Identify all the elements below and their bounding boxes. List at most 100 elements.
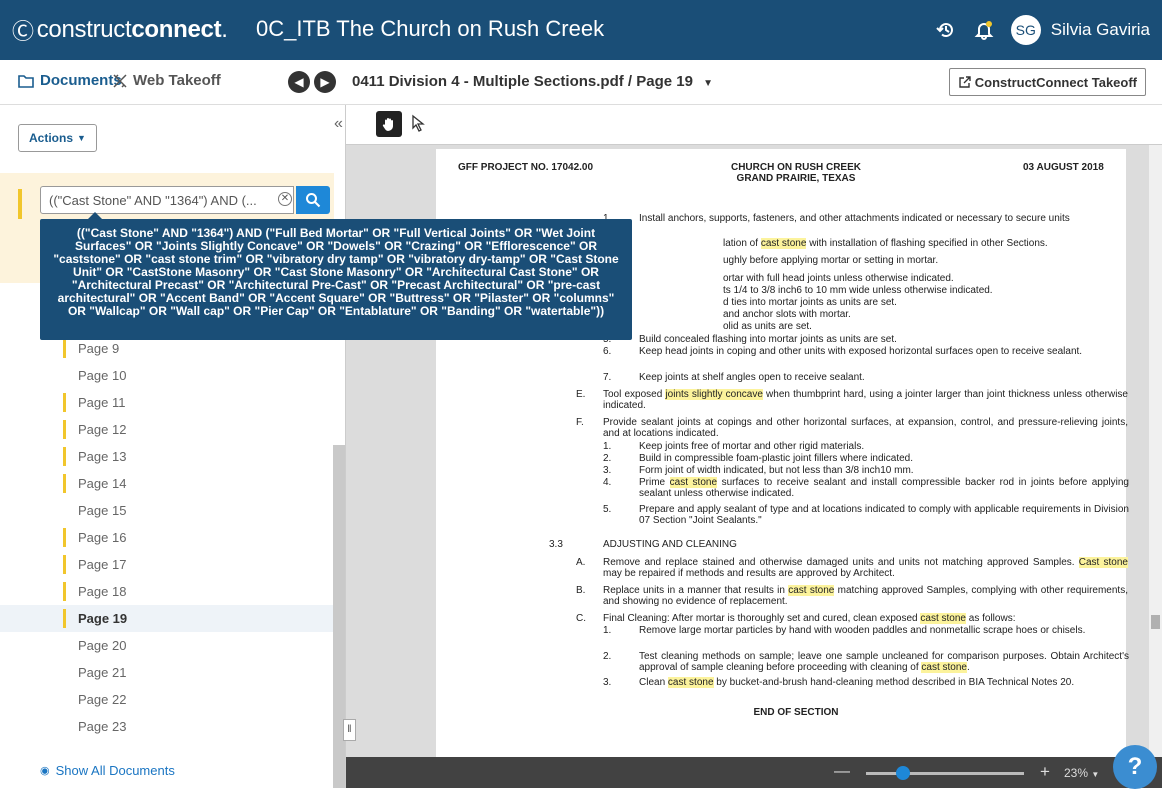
zoom-slider-track[interactable] (866, 772, 1024, 775)
doc-text-line: ortar with full head joints unless other… (723, 273, 954, 284)
page-list-item[interactable]: Page 16 (0, 524, 334, 551)
actions-dropdown[interactable]: Actions ▼ (18, 124, 97, 152)
doc-item-letter: E. (576, 389, 586, 400)
page-list-item[interactable]: Page 17 (0, 551, 334, 578)
cursor-icon (412, 114, 425, 132)
search-hit-marker (63, 609, 66, 628)
page-list-item[interactable]: Page 22 (0, 686, 334, 713)
search-hit-marker (63, 528, 66, 547)
doc-list-number: 4. (603, 477, 612, 488)
eye-icon: ◉ (40, 765, 50, 777)
zoom-in-button[interactable]: + (1040, 762, 1050, 782)
viewer-toolbar (346, 105, 1162, 145)
page-list-item-label: Page 9 (78, 341, 120, 356)
search-input[interactable]: (("Cast Stone" AND "1364") AND (... (40, 186, 294, 214)
doc-text-line: ts 1/4 to 3/8 inch6 to 10 mm wide unless… (723, 285, 993, 296)
doc-header-location: GRAND PRAIRIE, TEXAS (736, 173, 856, 184)
doc-text-line: d ties into mortar joints as units are s… (723, 297, 897, 308)
page-list-item[interactable]: Page 12 (0, 416, 334, 443)
previous-document-button[interactable]: ◀ (288, 71, 310, 93)
doc-paragraph: Provide sealant joints at copings and ot… (603, 417, 1128, 439)
search-hit-highlight: cast stone (667, 677, 714, 688)
doc-list-number: 6. (603, 346, 612, 357)
notification-bell-icon[interactable] (973, 19, 995, 41)
search-hit-highlight: cast stone (920, 613, 966, 624)
doc-section-heading: ADJUSTING AND CLEANING (603, 539, 737, 550)
collapse-sidebar-icon[interactable]: « (334, 115, 343, 133)
search-hit-marker (63, 393, 66, 412)
doc-text-line: Clean cast stone by bucket-and-brush han… (639, 677, 1075, 688)
search-hit-marker (63, 474, 66, 493)
help-button[interactable]: ? (1113, 745, 1157, 789)
doc-list-number: 2. (603, 651, 612, 662)
search-hit-highlight: cast stone (788, 585, 835, 596)
page-list-item[interactable]: Page 18 (0, 578, 334, 605)
page-list-item[interactable]: Page 19 (0, 605, 334, 632)
doc-text-line: Test cleaning methods on sample; leave o… (639, 651, 1129, 673)
constructconnect-logo[interactable]: Ⓒ construct connect. (12, 14, 228, 46)
pan-tool-button[interactable] (376, 111, 402, 137)
user-name[interactable]: Silvia Gaviria (1051, 20, 1150, 40)
avatar[interactable]: SG (1010, 15, 1041, 45)
page-list-item[interactable]: Page 14 (0, 470, 334, 497)
doc-paragraph: Final Cleaning: After mortar is thorough… (603, 613, 1016, 624)
doc-text-line: Keep head joints in coping and other uni… (639, 346, 1083, 357)
page-list-item[interactable]: Page 23 (0, 713, 334, 740)
zoom-level-select[interactable]: 23% ▼ (1064, 766, 1099, 780)
caret-down-icon: ▼ (77, 133, 86, 143)
page-list-item-label: Page 16 (78, 530, 127, 545)
zoom-level: 23% (1064, 766, 1089, 780)
doc-list-number: 3. (603, 465, 612, 476)
next-document-button[interactable]: ▶ (314, 71, 336, 93)
page-list-item[interactable]: Page 13 (0, 443, 334, 470)
logo-text-bold: connect (131, 16, 222, 43)
doc-text-line: and anchor slots with mortar. (723, 309, 851, 320)
doc-item-letter: F. (576, 417, 584, 428)
page-list-item-label: Page 13 (78, 449, 127, 464)
hand-icon (382, 118, 393, 131)
viewer-scrollbar[interactable] (1149, 145, 1162, 763)
page-list-item[interactable]: Page 15 (0, 497, 334, 524)
page-list-item-label: Page 20 (78, 638, 127, 653)
page-list-item[interactable]: Page 20 (0, 632, 334, 659)
select-tool-button[interactable] (410, 114, 426, 137)
document-toolbar: Documents Web Takeoff ◀ ▶ 0411 Division … (0, 60, 1162, 105)
search-hit-marker (63, 447, 66, 466)
history-icon[interactable] (935, 19, 957, 41)
page-list-item-label: Page 18 (78, 584, 127, 599)
doc-paragraph: Remove and replace stained and otherwise… (603, 557, 1128, 579)
page-list-item-label: Page 21 (78, 665, 127, 680)
doc-text-line: Build in compressible foam-plastic joint… (639, 453, 914, 464)
panel-resize-handle[interactable]: ‖ (343, 719, 356, 741)
chevron-left-icon: ◀ (294, 75, 304, 89)
tab-documents-label: Documents (40, 72, 122, 89)
doc-text-line: lation of cast stone with installation o… (723, 238, 1048, 249)
zoom-out-button[interactable]: — (834, 763, 850, 781)
search-button[interactable] (296, 186, 330, 214)
caret-down-icon: ▼ (703, 78, 714, 89)
doc-text-line: Prepare and apply sealant of type and at… (639, 504, 1129, 526)
doc-text-line: Keep joints at shelf angles open to rece… (639, 372, 865, 383)
zoom-slider-handle[interactable] (896, 766, 910, 780)
clear-search-icon[interactable]: ✕ (278, 192, 292, 206)
logo-text: construct (36, 16, 132, 43)
show-all-documents-link[interactable]: ◉ Show All Documents (40, 763, 175, 778)
doc-text-line: Form joint of width indicated, but not l… (639, 465, 914, 476)
external-link-icon (959, 75, 971, 88)
document-selector[interactable]: 0411 Division 4 - Multiple Sections.pdf … (352, 73, 713, 90)
tab-web-takeoff[interactable]: Web Takeoff (112, 72, 221, 89)
tab-documents[interactable]: Documents (18, 72, 122, 89)
doc-text-line: Prime cast stone surfaces to receive sea… (639, 477, 1129, 499)
page-list-item[interactable]: Page 10 (0, 362, 334, 389)
page-list-item[interactable]: Page 21 (0, 659, 334, 686)
doc-list-number: 1. (603, 441, 612, 452)
page-list-item[interactable]: Page 11 (0, 389, 334, 416)
constructconnect-takeoff-button[interactable]: ConstructConnect Takeoff (948, 68, 1146, 96)
search-hit-marker (63, 555, 66, 574)
top-bar: Ⓒ construct connect. 0C_ITB The Church on… (0, 0, 1162, 60)
doc-end-of-section: END OF SECTION (753, 707, 839, 718)
document-viewer: GFF PROJECT NO. 17042.00 CHURCH ON RUSH … (346, 105, 1162, 788)
page-list-item-label: Page 15 (78, 503, 127, 518)
page-list: Page 9 Page 10 Page 11 Page 12 Page 13 Page 1… (0, 335, 334, 740)
viewer-scroll-thumb[interactable] (1151, 615, 1160, 629)
